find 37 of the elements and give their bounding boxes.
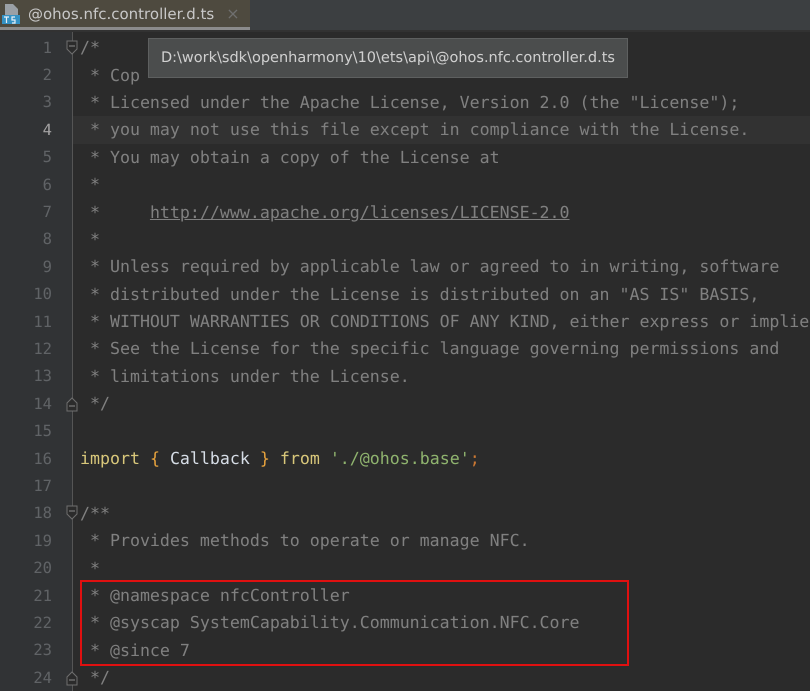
code-brace: { [148,449,161,468]
code-punctuation: ; [470,449,480,468]
code-comment: /** [80,504,110,523]
file-path-tooltip: D:\work\sdk\openharmony\10\ets\api\@ohos.nfc.controller.d.ts [148,38,628,78]
code-comment: * [88,202,101,222]
file-tab[interactable]: @ohos.nfc.controller.d.ts × [0,0,250,30]
fold-icon[interactable] [66,40,78,56]
code-comment: * [88,230,100,249]
code-comment: * @namespace nfcController [88,586,350,605]
code-comment: * WITHOUT WARRANTIES OR CONDITIONS OF ANY KIND, either express or implie [88,312,810,332]
code-comment: * Unless required by applicable law or agreed to in writing, software [88,257,780,276]
fold-icon[interactable] [66,396,78,412]
code-comment: * Provides methods to operate or manage NFC. [88,531,530,550]
line-number: 4 [42,120,52,139]
fold-icon[interactable] [66,670,78,686]
code-brace: } [258,449,271,468]
code-string: './@ohos.base' [328,449,470,468]
code-comment: * You may obtain a copy of the License at [88,148,500,167]
code-comment: */ [88,394,110,414]
code-comment: * [88,175,100,194]
code-comment: */ [88,668,110,688]
code-comment: * limitations under the License. [88,366,410,386]
code-keyword: from [280,449,320,468]
code-comment: * Cop [88,66,140,85]
code-comment: * [88,558,100,578]
code-comment: * distributed under the License is distributed on an "AS IS" BASIS, [88,284,760,304]
code-identifier: Callback [170,449,250,468]
code-comment: * @syscap SystemCapability.Communication.NFC.Core [88,613,580,632]
typescript-file-icon [2,2,22,24]
code-comment: /* [80,38,100,58]
code-comment: * Licensed under the Apache License, Version 2.0 (the "License"); [88,92,740,112]
license-link[interactable]: http://www.apache.org/licenses/LICENSE-2.0 [150,202,570,222]
code-comment: * @since 7 [88,640,190,660]
code-comment: * you may not use this file except in compliance with the License. [88,120,750,140]
fold-icon[interactable] [66,505,78,522]
code-keyword: import [80,449,140,468]
code-comment: * See the License for the specific language governing permissions and [88,339,780,358]
